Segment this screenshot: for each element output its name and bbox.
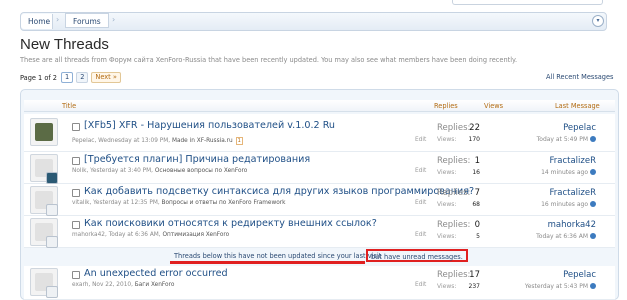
go-to-last-icon[interactable] [590,136,596,142]
thread-select-checkbox[interactable] [72,271,80,279]
thread-meta: vitalik, Yesterday at 12:35 PM, Вопросы … [72,200,286,206]
last-message-user[interactable]: Pepelac [563,270,596,280]
column-last-message[interactable]: Last Message [555,102,600,110]
edit-link[interactable]: Edit [415,282,426,288]
breadcrumb: Home › Forums › ▾ [20,12,607,31]
last-message-user[interactable]: FractalizeR [549,156,596,166]
replies-count: 0 [474,220,480,230]
go-to-last-icon[interactable] [590,169,596,175]
unread-separator-highlight: but have unread messages. [366,249,468,262]
avatar[interactable] [30,118,58,146]
last-message-time-text: 14 minutes ago [541,169,588,176]
replies-count: 1 [474,156,480,166]
thread-select-checkbox[interactable] [72,221,80,229]
thread-meta: mahorka42, Today at 6:36 AM, Оптимизация… [72,232,230,238]
edit-link[interactable]: Edit [415,200,426,206]
breadcrumb-separator-icon: › [56,15,60,24]
page-jump-badge[interactable]: 1 [235,137,243,145]
thread-forum[interactable]: Made in XF-Russia.ru [172,138,233,144]
thread-author[interactable]: Nolik [72,168,86,174]
column-title[interactable]: Title [62,102,76,110]
replies-count: 17 [469,270,480,280]
thread-row: [XFb5] XFR - Нарушения пользователей v.1… [24,114,615,152]
all-recent-messages-link[interactable]: All Recent Messages [546,73,614,81]
thread-select-checkbox[interactable] [72,123,80,131]
thread-forum[interactable]: Баги XenForo [135,282,175,288]
last-message-user[interactable]: Pepelac [563,123,596,133]
go-to-last-icon[interactable] [590,201,596,207]
thread-list-header: Title Replies Views Last Message [24,100,615,112]
search-input[interactable] [452,0,603,5]
last-message-user[interactable]: FractalizeR [549,188,596,198]
thread-title-link[interactable]: An unexpected error occurred [84,268,228,279]
thread-select-checkbox[interactable] [72,189,80,197]
breadcrumb-home[interactable]: Home [21,14,53,29]
column-replies[interactable]: Replies [434,102,458,110]
thread-date: Yesterday at 12:35 PM [93,200,158,206]
page-count-label: Page 1 of 2 [20,73,57,82]
thread-author[interactable]: mahorka42 [72,232,105,238]
thread-row: Как поисковики относятся к редиректу вне… [24,216,615,248]
next-page-button[interactable]: Next » [91,72,121,83]
thread-title-link[interactable]: Как поисковики относятся к редиректу вне… [84,218,377,229]
thread-date: Yesterday at 3:40 PM [90,168,152,174]
go-to-last-icon[interactable] [590,233,596,239]
thread-forum[interactable]: Оптимизация XenForo [162,232,229,238]
edit-link[interactable]: Edit [415,232,426,238]
last-poster-avatar[interactable] [46,236,58,248]
last-message-user[interactable]: mahorka42 [548,220,596,230]
last-message-time[interactable]: 14 minutes ago [541,169,596,176]
replies-count: 7 [474,188,480,198]
thread-title-link[interactable]: Как добавить подсветку синтаксиса для др… [84,186,474,197]
last-message-time[interactable]: Yesterday at 5:43 PM [525,283,596,290]
column-views[interactable]: Views [484,102,503,110]
last-poster-avatar[interactable] [46,172,58,184]
thread-select-checkbox[interactable] [72,157,80,165]
thread-title-link[interactable]: [Требуется плагин] Причина редатирования [84,154,310,165]
edit-link[interactable]: Edit [415,168,426,174]
thread-author[interactable]: Pepelac [72,138,94,144]
views-count: 5 [476,233,480,240]
thread-author[interactable]: exarh [72,282,88,288]
last-message-time[interactable]: Today at 6:36 AM [536,233,596,240]
thread-row: [Требуется плагин] Причина редатирования… [24,152,615,184]
views-count: 68 [472,201,480,208]
last-message-time[interactable]: Today at 5:49 PM [537,136,596,143]
views-count: 170 [468,136,480,143]
views-count: 237 [468,283,480,290]
edit-link[interactable]: Edit [415,137,426,143]
thread-date: Today at 6:36 AM [108,232,159,238]
thread-forum[interactable]: Основные вопросы по XenForo [155,168,247,174]
page-link-2[interactable]: 2 [76,72,89,83]
last-poster-avatar[interactable] [46,204,58,216]
thread-meta: exarh, Nov 22, 2010, Баги XenForo [72,282,175,288]
highlight-underline [170,261,365,264]
thread-author[interactable]: vitalik [72,200,89,206]
page-title: New Threads [20,36,109,53]
thread-row: Как добавить подсветку синтаксиса для др… [24,184,615,216]
replies-count: 22 [469,123,480,133]
thread-meta: Nolik, Yesterday at 3:40 PM, Основные во… [72,168,248,174]
page-link-1[interactable]: 1 [61,72,74,83]
last-message-time-text: Yesterday at 5:43 PM [524,283,588,290]
thread-title-link[interactable]: [XFb5] XFR - Нарушения пользователей v.1… [84,120,335,131]
last-message-time[interactable]: 16 minutes ago [541,201,596,208]
thread-meta: Pepelac, Wednesday at 13:09 PM, Made in … [72,137,243,145]
views-count: 16 [472,169,480,176]
pagination: Page 1 of 2 1 2 Next » [20,72,124,83]
last-message-time-text: Today at 6:36 AM [536,233,588,240]
last-message-time-text: 16 minutes ago [541,201,588,208]
thread-forum[interactable]: Вопросы и ответы по XenForo Framework [162,200,286,206]
unread-separator-text: Threads below this have not been updated… [174,252,382,260]
breadcrumb-separator-icon: › [112,15,116,24]
last-message-time-text: Today at 5:49 PM [536,136,588,143]
page-description: These are all threads from Форум сайта X… [20,56,518,64]
thread-date: Wednesday at 13:09 PM [98,138,169,144]
breadcrumb-menu-icon[interactable]: ▾ [592,15,604,27]
last-poster-avatar[interactable] [46,286,58,298]
go-to-last-icon[interactable] [590,283,596,289]
breadcrumb-forums[interactable]: Forums [65,13,109,28]
thread-row: An unexpected error occurred exarh, Nov … [24,266,615,300]
thread-date: Nov 22, 2010 [92,282,132,288]
